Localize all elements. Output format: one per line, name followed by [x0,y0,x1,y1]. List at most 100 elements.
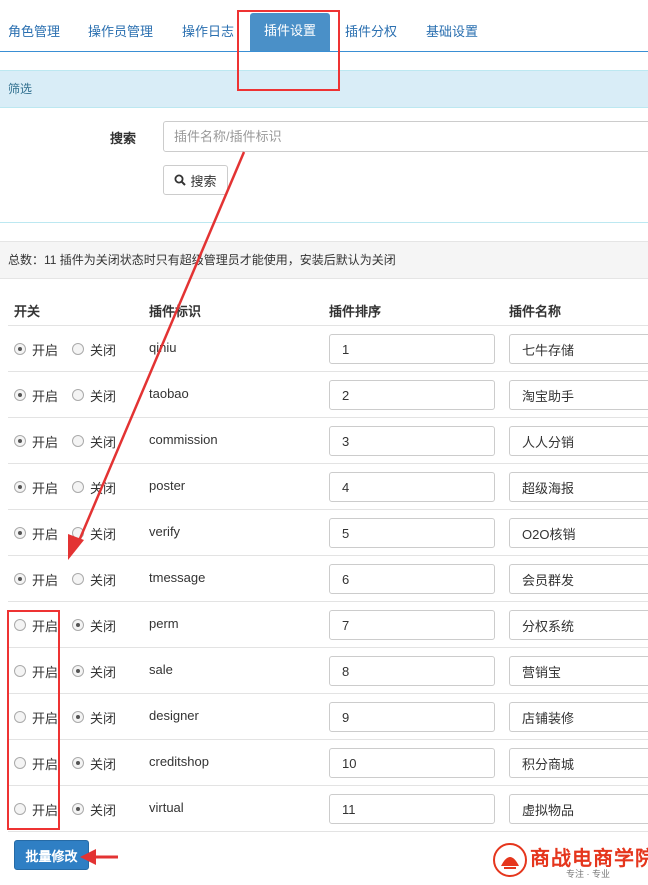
plugin-order-input[interactable] [329,472,495,502]
tab-operator-management[interactable]: 操作员管理 [80,14,161,52]
radio-off-label: 关闭 [90,434,117,450]
plugin-name-input[interactable] [509,748,648,778]
table-row: 开启 关闭 sale [8,647,648,693]
radio-on[interactable] [14,527,26,539]
search-input[interactable] [163,121,648,152]
logo-subtitle: 专注 · 专业 [566,869,610,879]
plugin-ident: verify [149,524,181,539]
tab-role-management[interactable]: 角色管理 [0,14,68,52]
switch-radio-group: 开启 关闭 [14,372,130,418]
plugin-order-input[interactable] [329,656,495,686]
switch-radio-group: 开启 关闭 [14,648,130,694]
plugin-order-input[interactable] [329,518,495,548]
plugin-order-input[interactable] [329,564,495,594]
batch-modify-button[interactable]: 批量修改 [14,840,89,870]
radio-on[interactable] [14,711,26,723]
radio-on[interactable] [14,665,26,677]
radio-on[interactable] [14,343,26,355]
radio-off-label: 关闭 [90,618,117,634]
radio-off[interactable] [72,757,85,769]
search-button[interactable]: 搜索 [163,165,228,195]
radio-off-label: 关闭 [90,526,117,542]
table-row: 开启 关闭 designer [8,693,648,739]
radio-off[interactable] [72,619,85,631]
radio-off-label: 关闭 [90,802,117,818]
plugin-ident: qiniu [149,340,177,355]
plugin-ident: taobao [149,386,189,401]
plugin-order-input[interactable] [329,702,495,732]
radio-off-label: 关闭 [90,710,117,726]
plugin-order-input[interactable] [329,334,495,364]
radio-off-label: 关闭 [90,342,117,358]
radio-on[interactable] [14,573,26,585]
radio-off[interactable] [72,389,85,401]
radio-on[interactable] [14,435,26,447]
brand-logo: 商战电商学院 专注 · 专业 [490,838,648,882]
radio-off[interactable] [72,665,85,677]
switch-radio-group: 开启 关闭 [14,418,130,464]
table-row: 开启 关闭 verify [8,509,648,555]
radio-on[interactable] [14,803,26,815]
plugin-name-input[interactable] [509,518,648,548]
radio-off-label: 关闭 [90,388,117,404]
plugin-order-input[interactable] [329,794,495,824]
radio-on-label: 开启 [32,664,59,680]
radio-on[interactable] [14,389,26,401]
switch-radio-group: 开启 关闭 [14,510,130,556]
plugin-order-input[interactable] [329,610,495,640]
radio-off-label: 关闭 [90,480,117,496]
plugin-ident: creditshop [149,754,209,769]
radio-off-label: 关闭 [90,572,117,588]
tab-plugin-permissions[interactable]: 插件分权 [337,14,405,52]
table-row: 开启 关闭 poster [8,463,648,509]
tab-bar: 角色管理 操作员管理 操作日志 插件设置 插件分权 基础设置 [0,0,648,52]
switch-radio-group: 开启 关闭 [14,464,130,510]
plugin-name-input[interactable] [509,426,648,456]
radio-on-label: 开启 [32,756,59,772]
search-icon [174,174,187,186]
radio-on-label: 开启 [32,526,59,542]
radio-off[interactable] [72,803,85,815]
switch-radio-group: 开启 关闭 [14,326,130,372]
tab-operation-log[interactable]: 操作日志 [174,14,242,52]
radio-off[interactable] [72,481,85,493]
radio-on-label: 开启 [32,388,59,404]
plugin-order-input[interactable] [329,380,495,410]
plugin-name-input[interactable] [509,334,648,364]
radio-on-label: 开启 [32,572,59,588]
filter-panel-divider [0,222,648,223]
logo-emblem-icon [493,843,527,877]
plugin-name-input[interactable] [509,702,648,732]
plugin-name-input[interactable] [509,472,648,502]
plugin-order-input[interactable] [329,748,495,778]
table-row: 开启 关闭 tmessage [8,555,648,601]
plugin-order-input[interactable] [329,426,495,456]
plugin-name-input[interactable] [509,794,648,824]
radio-off[interactable] [72,711,85,723]
radio-off[interactable] [72,343,85,355]
plugin-name-input[interactable] [509,564,648,594]
header-plugin-ident: 插件标识 [149,304,202,319]
search-label: 搜索 [110,131,137,146]
tab-basic-settings[interactable]: 基础设置 [418,14,486,52]
tab-plugin-settings[interactable]: 插件设置 [250,13,331,51]
plugin-name-input[interactable] [509,610,648,640]
switch-radio-group: 开启 关闭 [14,694,130,740]
header-plugin-name: 插件名称 [509,304,562,319]
table-row: 开启 关闭 taobao [8,371,648,417]
radio-off[interactable] [72,527,85,539]
radio-on[interactable] [14,757,26,769]
radio-on-label: 开启 [32,342,59,358]
radio-off-label: 关闭 [90,664,117,680]
table-row: 开启 关闭 perm [8,601,648,647]
table-row: 开启 关闭 qiniu [8,325,648,371]
radio-on-label: 开启 [32,434,59,450]
radio-on[interactable] [14,481,26,493]
radio-off[interactable] [72,573,85,585]
plugin-name-input[interactable] [509,656,648,686]
header-switch: 开关 [14,304,41,319]
plugin-name-input[interactable] [509,380,648,410]
table-row: 开启 关闭 creditshop [8,739,648,785]
radio-off[interactable] [72,435,85,447]
radio-on[interactable] [14,619,26,631]
